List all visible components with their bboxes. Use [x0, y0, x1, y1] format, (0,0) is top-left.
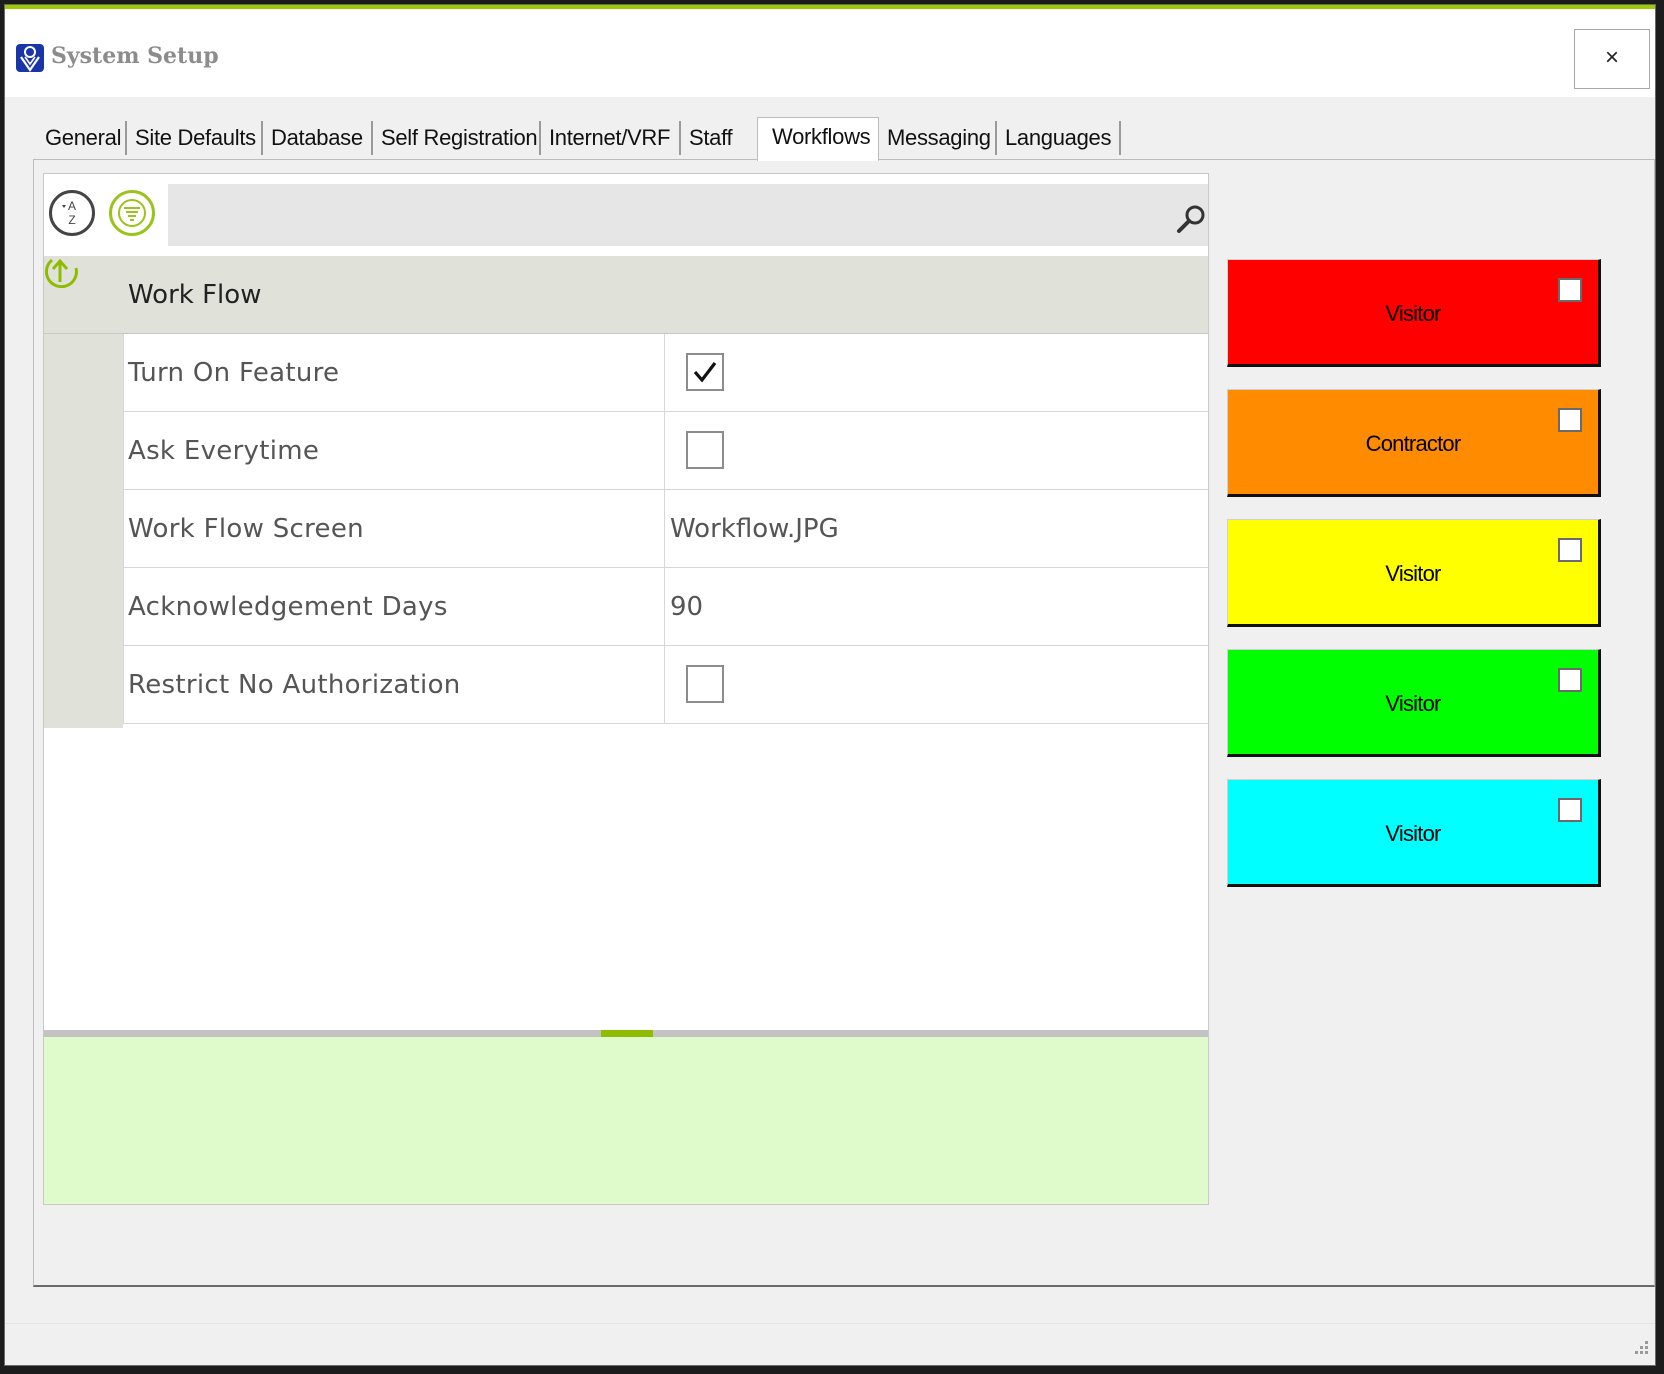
description-splitter[interactable] [44, 1030, 1208, 1037]
column-divider[interactable] [664, 646, 665, 723]
column-divider[interactable] [664, 334, 665, 411]
workflow-checkbox[interactable] [1558, 278, 1582, 302]
tab-languages[interactable]: Languages [997, 121, 1121, 155]
column-divider[interactable] [664, 490, 665, 567]
property-row[interactable]: Restrict No Authorization [123, 646, 1208, 724]
column-divider[interactable] [664, 412, 665, 489]
svg-text:A: A [68, 199, 76, 213]
property-name: Work Flow Screen [128, 514, 364, 544]
grid-gutter [44, 334, 123, 728]
property-grid-toolbar: A Z [44, 174, 1208, 256]
column-divider[interactable] [664, 568, 665, 645]
category-label: Work Flow [128, 280, 262, 310]
tab-staff[interactable]: Staff [681, 121, 757, 155]
sort-alphabetical-icon[interactable]: A Z [49, 190, 95, 236]
tab-messaging[interactable]: Messaging [879, 121, 997, 155]
status-bar-divider [5, 1323, 1655, 1324]
property-row[interactable]: Work Flow Screen Workflow.JPG [123, 490, 1208, 568]
property-grid: A Z Work Flow Turn On Feature Ask Everyt… [43, 173, 1209, 1205]
property-name: Restrict No Authorization [128, 670, 461, 700]
resize-grip-icon[interactable] [1629, 1337, 1651, 1359]
turn-on-feature-checkbox[interactable] [686, 353, 724, 391]
workflow-label: Visitor [1385, 821, 1441, 846]
app-logo-icon [15, 43, 45, 73]
workflow-label: Visitor [1385, 301, 1441, 326]
workflow-button-contractor-orange[interactable]: Contractor [1227, 389, 1601, 497]
workflow-checkbox[interactable] [1558, 538, 1582, 562]
close-button[interactable]: × [1574, 29, 1650, 89]
workflow-label: Visitor [1385, 691, 1441, 716]
workflow-checkbox[interactable] [1558, 668, 1582, 692]
work-flow-screen-value[interactable]: Workflow.JPG [670, 514, 839, 544]
tab-internet-vrf[interactable]: Internet/VRF [541, 121, 681, 155]
title-bar[interactable]: System Setup × [5, 9, 1655, 97]
category-header[interactable]: Work Flow [44, 256, 1208, 334]
description-panel [44, 1037, 1208, 1204]
acknowledgement-days-value[interactable]: 90 [670, 592, 703, 622]
ask-everytime-checkbox[interactable] [686, 431, 724, 469]
svg-text:Z: Z [68, 213, 75, 227]
workflow-button-visitor-red[interactable]: Visitor [1227, 259, 1601, 367]
property-name: Acknowledgement Days [128, 592, 448, 622]
workflow-checkbox[interactable] [1558, 408, 1582, 432]
tab-workflows[interactable]: Workflows [757, 117, 879, 161]
property-row[interactable]: Acknowledgement Days 90 [123, 568, 1208, 646]
categorized-icon[interactable] [109, 190, 155, 236]
splitter-grip[interactable] [601, 1030, 653, 1037]
workflow-label: Visitor [1385, 561, 1441, 586]
property-name: Ask Everytime [128, 436, 320, 466]
workflow-button-visitor-yellow[interactable]: Visitor [1227, 519, 1601, 627]
window-title: System Setup [51, 43, 219, 69]
property-row[interactable]: Ask Everytime [123, 412, 1208, 490]
workflow-button-visitor-green[interactable]: Visitor [1227, 649, 1601, 757]
tab-database[interactable]: Database [263, 121, 373, 155]
workflow-button-visitor-cyan[interactable]: Visitor [1227, 779, 1601, 887]
property-row[interactable]: Turn On Feature [123, 334, 1208, 412]
property-name: Turn On Feature [128, 358, 340, 388]
tab-site-defaults[interactable]: Site Defaults [127, 121, 263, 155]
search-icon[interactable] [1173, 202, 1209, 238]
workflow-checkbox[interactable] [1558, 798, 1582, 822]
restrict-no-authorization-checkbox[interactable] [686, 665, 724, 703]
search-input[interactable] [168, 184, 1208, 246]
system-setup-window: System Setup × General Site Defaults Dat… [4, 4, 1656, 1366]
tab-general[interactable]: General [37, 121, 127, 155]
collapse-arrow-icon[interactable] [44, 256, 82, 294]
tab-self-registration[interactable]: Self Registration [373, 121, 541, 155]
workflow-label: Contractor [1365, 431, 1462, 456]
